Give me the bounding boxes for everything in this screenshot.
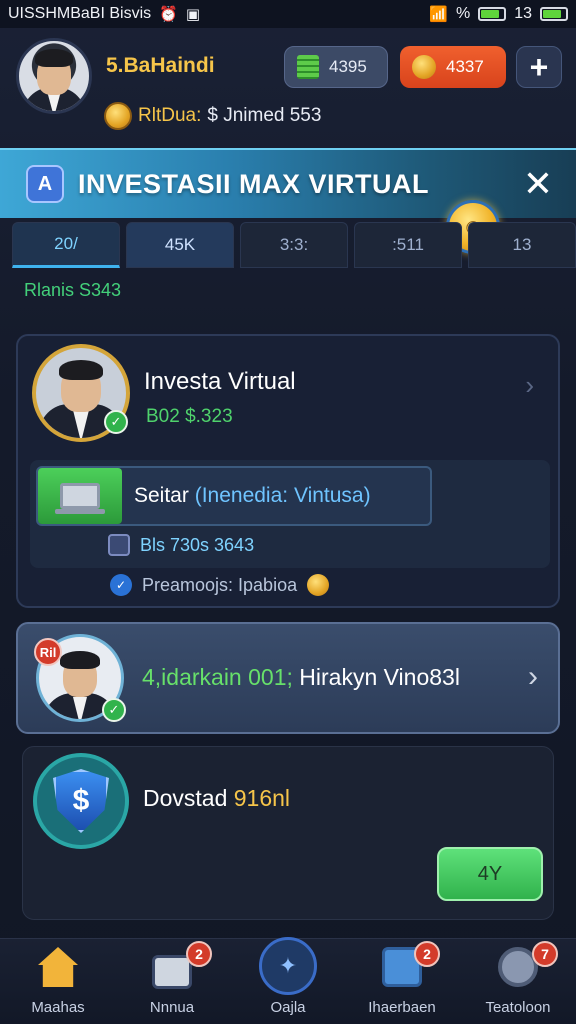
bottom-nav: Maahas 2 Nnnua ✦ Oajla 2 Ihaerbaen 7 Tea… xyxy=(0,937,576,1024)
battery-icon xyxy=(478,7,507,21)
balance-value: $ Jnimed 553 xyxy=(207,105,322,126)
status-bar: UISSHMBaBI Bisvis ⏰ ▣ 📶 % 13 xyxy=(0,0,576,28)
card-subtitle: B02 $.323 xyxy=(146,406,233,427)
simulation-label-highlight: (Inenedia: Vintusa) xyxy=(194,484,371,507)
simulation-label-prefix: Seitar xyxy=(134,484,189,507)
nav-label: Ihaerbaen xyxy=(368,999,436,1016)
status-left-text: UISSHMBaBI Bisvis xyxy=(8,5,152,22)
tab-3[interactable]: 3:3: xyxy=(240,222,348,268)
app-logo-icon: A xyxy=(26,165,64,203)
fund-icon xyxy=(108,534,130,556)
section-label: Rlanis S343 xyxy=(24,280,122,300)
security-title: Dovstad 916nl xyxy=(143,785,290,812)
balance-row: RltDua: $ Jnimed 553 xyxy=(104,102,321,130)
info-icon: ✓ xyxy=(110,574,132,596)
shield-dollar-icon: $ xyxy=(33,753,129,849)
add-funds-button[interactable]: + xyxy=(516,46,562,88)
leaderboard-text-white: Hirakyn Vino83l xyxy=(299,664,460,690)
simulation-panel: Seitar (Inenedia: Vintusa) Bls 730s 3643 xyxy=(30,460,550,568)
confirm-button[interactable]: 4Y xyxy=(437,847,543,901)
coin-icon xyxy=(307,574,330,596)
investment-card[interactable]: ✓ Investa Virtual B02 $.323 › Seitar (In… xyxy=(16,334,560,608)
tab-bar: 20/ 45K 3:3: :511 13 xyxy=(12,222,576,270)
tab-4[interactable]: :511 xyxy=(354,222,462,268)
chevron-right-icon[interactable]: › xyxy=(525,370,534,401)
leaderboard-card[interactable]: Ril ✓ 4,idarkain 001; Hirakyn Vino83l › xyxy=(16,622,560,734)
leaderboard-text-green: 4,idarkain 001; xyxy=(142,664,293,690)
coin-icon xyxy=(104,102,132,130)
simulation-button[interactable]: Seitar (Inenedia: Vintusa) xyxy=(36,466,432,526)
tab-5[interactable]: 13 xyxy=(468,222,576,268)
promo-text: Preamoojs: Ipabioa xyxy=(142,574,298,595)
rank-badge: Ril xyxy=(34,638,62,666)
nav-profile[interactable]: 2 Ihaerbaen xyxy=(346,939,458,1024)
fund-row: Bls 730s 3643 xyxy=(108,534,254,556)
simulation-label: Seitar (Inenedia: Vintusa) xyxy=(134,484,371,508)
close-icon[interactable]: ✕ xyxy=(518,163,558,204)
notification-badge: 7 xyxy=(532,941,558,967)
card-title: Investa Virtual xyxy=(144,368,296,395)
header: 5.BaHaindi RltDua: $ Jnimed 553 4395 433… xyxy=(0,28,576,148)
security-title-prefix: Dovstad xyxy=(143,785,228,811)
coin-amount: 4337 xyxy=(446,57,484,76)
camera-icon: ▣ xyxy=(185,6,201,23)
chevron-right-icon[interactable]: › xyxy=(528,660,538,694)
status-signal-text: % xyxy=(455,5,471,22)
security-card: $ Dovstad 916nl 4Y xyxy=(22,746,554,920)
nav-label: Nnnua xyxy=(149,999,195,1016)
username: 5.BaHaindi xyxy=(106,54,215,77)
alarm-icon: ⏰ xyxy=(159,6,178,23)
notification-badge: 2 xyxy=(186,941,212,967)
coin-balance-pill[interactable]: 4337 xyxy=(400,46,506,88)
verified-check-icon: ✓ xyxy=(104,410,128,434)
tab-2[interactable]: 45K xyxy=(126,222,234,268)
nav-label: Oajla xyxy=(270,999,306,1016)
laptop-icon xyxy=(38,468,122,524)
fund-text: Bls 730s 3643 xyxy=(140,534,255,555)
cash-amount: 4395 xyxy=(329,57,367,76)
tab-1[interactable]: 20/ xyxy=(12,222,120,268)
nav-label: Maahas xyxy=(31,999,85,1016)
user-avatar[interactable] xyxy=(16,38,92,114)
home-icon xyxy=(38,947,78,987)
notification-badge: 2 xyxy=(414,941,440,967)
nav-menu[interactable]: 2 Nnnua xyxy=(116,939,228,1024)
nav-center[interactable]: ✦ Oajla xyxy=(232,937,344,1024)
security-title-value: 916nl xyxy=(233,785,291,811)
page-title: INVESTASII MAX VIRTUAL xyxy=(78,168,430,199)
wifi-icon: 📶 xyxy=(429,6,448,23)
nav-settings[interactable]: 7 Teatoloon xyxy=(462,939,574,1024)
verified-check-icon: ✓ xyxy=(102,698,126,722)
gold-coin-icon xyxy=(412,55,436,79)
balance-label: RltDua: xyxy=(138,105,202,126)
cash-stack-icon xyxy=(297,55,319,79)
battery-icon-secondary xyxy=(540,7,568,21)
game-console-icon xyxy=(152,955,192,989)
shield-emblem-icon: ✦ xyxy=(259,937,317,995)
promo-row[interactable]: ✓ Preamoojs: Ipabioa xyxy=(110,574,330,596)
nav-home[interactable]: Maahas xyxy=(2,939,114,1024)
status-time: 13 xyxy=(514,5,532,22)
cash-balance-pill[interactable]: 4395 xyxy=(284,46,388,88)
nav-label: Teatoloon xyxy=(485,999,551,1016)
leaderboard-text: 4,idarkain 001; Hirakyn Vino83l xyxy=(142,664,460,691)
